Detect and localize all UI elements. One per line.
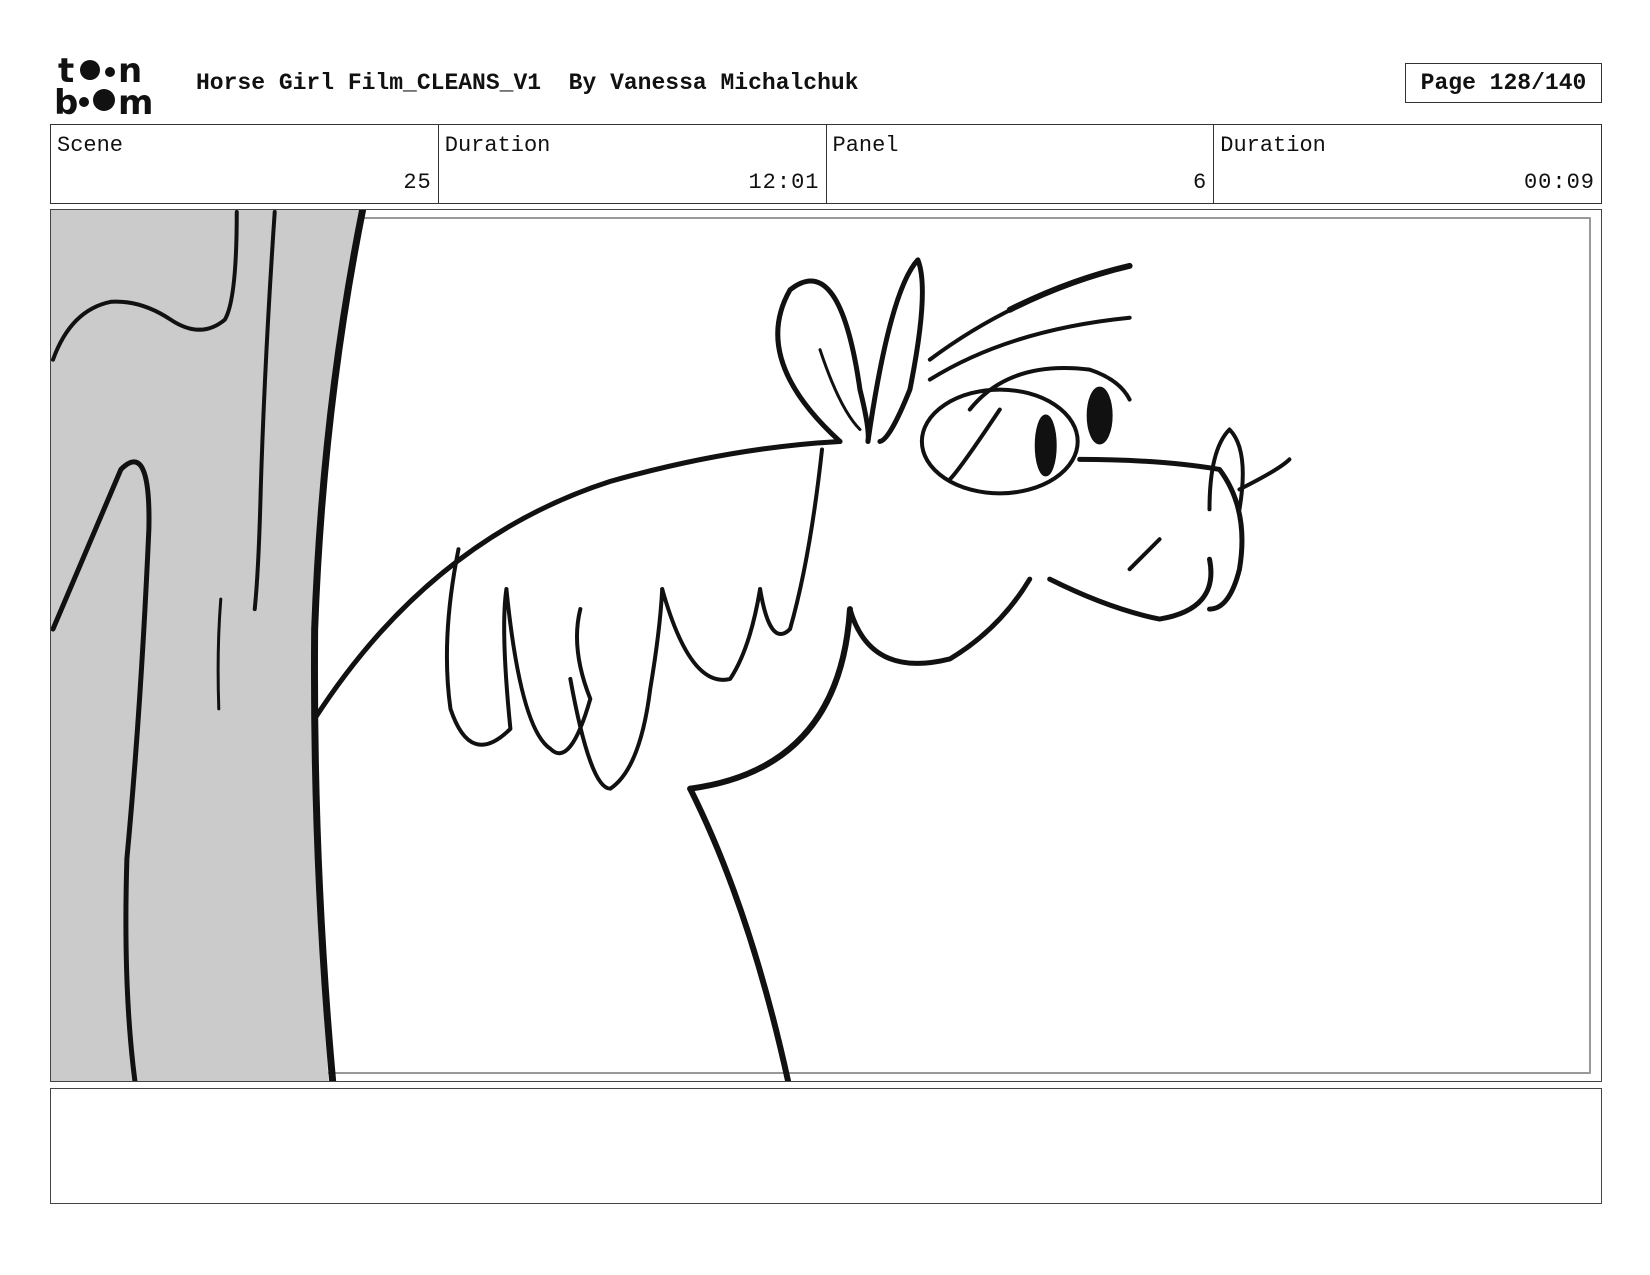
page-number-box: Page 128/140	[1405, 63, 1602, 103]
storyboard-panel	[50, 209, 1602, 1082]
author-credit: By Vanessa Michalchuk	[568, 70, 859, 96]
scene-cell: Scene 25	[51, 125, 439, 203]
project-title: Horse Girl Film_CLEANS_V1	[196, 70, 542, 96]
toon-boom-logo: t n b m	[54, 52, 153, 116]
panel-duration-value: 00:09	[1523, 170, 1595, 195]
scene-duration-label: Duration	[444, 133, 551, 158]
panel-sketch-image	[51, 210, 1592, 1081]
storyboard-title: Horse Girl Film_CLEANS_V1 By Vanessa Mic…	[196, 70, 859, 96]
scene-value: 25	[403, 170, 432, 195]
panel-duration-label: Duration	[1220, 133, 1326, 158]
svg-text:b: b	[54, 83, 78, 116]
panel-label: Panel	[832, 133, 899, 158]
svg-text:m: m	[118, 83, 153, 116]
page-number: Page 128/140	[1420, 70, 1587, 96]
panel-notes-box	[50, 1088, 1602, 1204]
panel-value: 6	[1193, 170, 1208, 195]
panel-cell: Panel 6	[827, 125, 1215, 203]
scene-info-table: Scene 25 Duration 12:01 Panel 6 Duration…	[50, 124, 1602, 204]
panel-duration-cell: Duration 00:09	[1214, 125, 1601, 203]
scene-duration-cell: Duration 12:01	[439, 125, 827, 203]
scene-duration-value: 12:01	[748, 170, 820, 195]
scene-label: Scene	[57, 133, 124, 158]
